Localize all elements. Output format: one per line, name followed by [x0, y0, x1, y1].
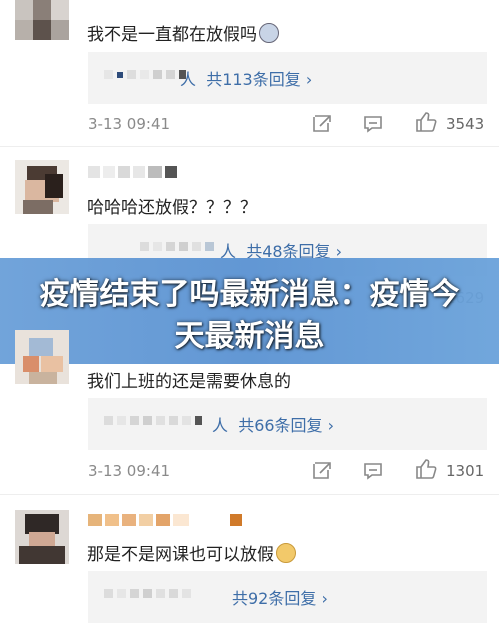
- avatar[interactable]: [15, 510, 69, 564]
- dog-emoji-icon: [276, 543, 296, 563]
- timestamp: 3-13 09:41: [88, 462, 171, 480]
- reply-count-link[interactable]: 人 共113条回复 ›: [180, 66, 312, 90]
- reply-count-link[interactable]: 共92条回复 ›: [232, 585, 328, 609]
- comment-text: 我不是一直都在放假吗: [87, 20, 279, 45]
- reply-box[interactable]: 共92条回复 ›: [88, 571, 487, 623]
- avatar[interactable]: [15, 160, 69, 214]
- like-icon[interactable]: [414, 110, 438, 134]
- like-count: 1301: [446, 462, 485, 480]
- replier-avatars: [104, 70, 186, 79]
- banner-title: 疫情结束了吗最新消息：疫情今天最新消息: [0, 274, 499, 358]
- reply-box[interactable]: 人 共113条回复 ›: [88, 52, 487, 104]
- replier-avatars: [104, 589, 191, 598]
- avatar[interactable]: [15, 0, 69, 40]
- banner-title-text: 疫情结束了吗最新消息：疫情今天最新消息: [39, 277, 460, 354]
- timestamp: 3-13 09:41: [88, 115, 171, 133]
- comment-text: 我们上班的还是需要休息的: [87, 372, 291, 392]
- replier-avatars: [104, 416, 202, 425]
- comment-icon[interactable]: [362, 113, 384, 135]
- replier-avatars: [140, 242, 214, 251]
- comment-text: 那是不是网课也可以放假: [87, 540, 296, 565]
- like-icon[interactable]: [414, 457, 438, 481]
- divider: [0, 494, 499, 495]
- divider: [0, 146, 499, 147]
- emoji-icon: [259, 23, 279, 43]
- username[interactable]: [88, 166, 177, 178]
- comment-text: 哈哈哈还放假？？？？: [87, 198, 257, 218]
- avatar[interactable]: [15, 330, 69, 384]
- comment-icon[interactable]: [362, 460, 384, 482]
- reply-box[interactable]: 人 共66条回复 ›: [88, 398, 487, 450]
- reply-count-link[interactable]: 人 共66条回复 ›: [212, 412, 334, 436]
- like-count: 3543: [446, 115, 485, 133]
- share-icon[interactable]: [311, 460, 333, 482]
- username[interactable]: [88, 514, 242, 526]
- share-icon[interactable]: [311, 113, 333, 135]
